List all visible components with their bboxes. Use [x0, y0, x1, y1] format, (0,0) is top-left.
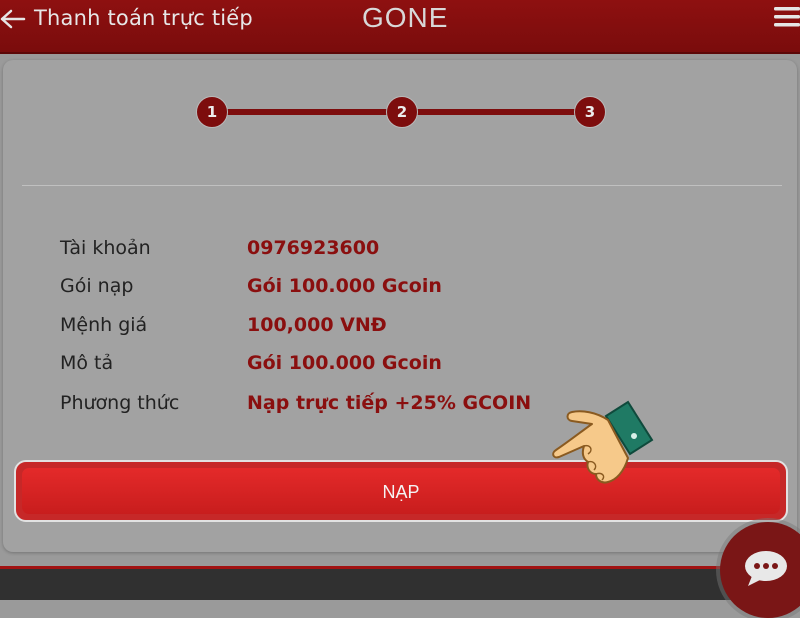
detail-value: 100,000 VNĐ — [247, 314, 387, 336]
detail-label: Mô tả — [60, 352, 114, 374]
arrow-left-icon[interactable] — [0, 6, 26, 32]
submit-button[interactable]: NẠP — [22, 468, 780, 514]
detail-value: Gói 100.000 Gcoin — [247, 352, 442, 374]
submit-highlight: NẠP — [14, 460, 788, 522]
page-title: Thanh toán trực tiếp — [34, 6, 253, 30]
section-divider — [22, 185, 782, 186]
footer-stripe — [0, 566, 800, 569]
step-3: 3 — [574, 96, 606, 128]
detail-label: Tài khoản — [60, 237, 151, 259]
detail-label: Phương thức — [60, 392, 180, 414]
progress-stepper: 1 2 3 — [196, 96, 608, 128]
detail-label: Mệnh giá — [60, 314, 148, 336]
gone-logo: GONE — [362, 2, 449, 33]
detail-value: Gói 100.000 Gcoin — [247, 275, 442, 297]
detail-label: Gói nạp — [60, 275, 134, 297]
footer-bar — [0, 566, 800, 600]
top-header: Thanh toán trực tiếp GONE — [0, 0, 800, 54]
detail-value: Nạp trực tiếp +25% GCOIN — [247, 392, 532, 414]
step-2: 2 — [386, 96, 418, 128]
step-1: 1 — [196, 96, 228, 128]
hamburger-menu-icon[interactable] — [772, 4, 800, 30]
pointing-hand-icon — [552, 400, 654, 484]
detail-value: 0976923600 — [247, 237, 380, 259]
chat-bubble-icon[interactable] — [742, 548, 790, 588]
